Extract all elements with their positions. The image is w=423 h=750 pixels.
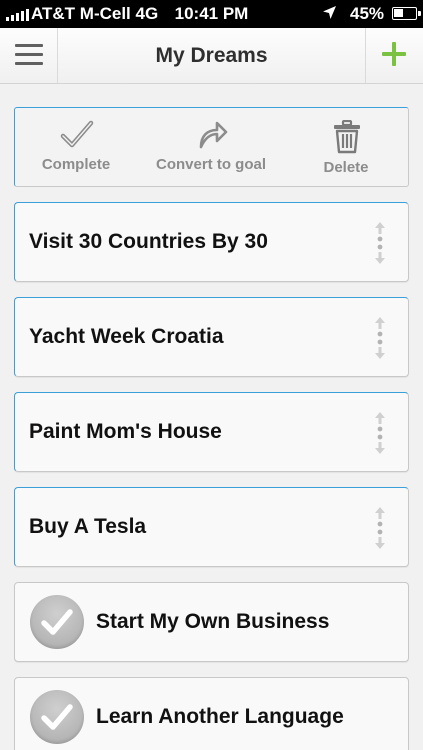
completed-check-icon [30,595,84,649]
dream-actions-panel: Complete Convert to goal Delete [14,107,409,187]
dream-title: Yacht Week Croatia [29,325,224,348]
completed-check-icon [30,690,84,744]
completed-dream-item[interactable]: Start My Own Business [14,582,409,662]
convert-to-goal-button[interactable]: Convert to goal [143,108,279,186]
checkmark-icon [60,120,94,148]
dream-item[interactable]: Yacht Week Croatia [14,297,409,377]
reorder-handle-icon[interactable] [372,410,388,456]
menu-button[interactable] [0,28,58,83]
completed-dream-item[interactable]: Learn Another Language [14,677,409,750]
reorder-handle-icon[interactable] [372,505,388,551]
convert-to-goal-label: Convert to goal [155,156,266,173]
delete-button[interactable]: Delete [298,108,394,186]
delete-label: Delete [323,159,369,176]
location-arrow-icon [322,5,337,25]
dream-title: Learn Another Language [96,705,344,728]
reorder-handle-icon[interactable] [372,315,388,361]
complete-label: Complete [41,156,111,173]
hamburger-menu-icon [15,44,43,47]
add-dream-button[interactable] [365,28,423,83]
reorder-handle-icon[interactable] [372,220,388,266]
complete-button[interactable]: Complete [27,108,125,186]
dream-title: Buy A Tesla [29,515,147,538]
dream-title: Visit 30 Countries By 30 [29,230,268,253]
dream-item[interactable]: Paint Mom's House [14,392,409,472]
trash-icon [334,120,360,154]
dream-item[interactable]: Visit 30 Countries By 30 [14,202,409,282]
status-bar: AT&T M-Cell 4G 10:41 PM 45% [0,0,423,28]
redo-arrow-icon [199,121,228,149]
dream-item[interactable]: Buy A Tesla [14,487,409,567]
dream-title: Start My Own Business [96,610,330,633]
battery-icon [392,7,421,20]
dream-title: Paint Mom's House [29,420,222,443]
battery-percent: 45% [350,4,385,23]
navigation-bar: My Dreams [0,28,423,84]
page-title: My Dreams [155,44,268,67]
